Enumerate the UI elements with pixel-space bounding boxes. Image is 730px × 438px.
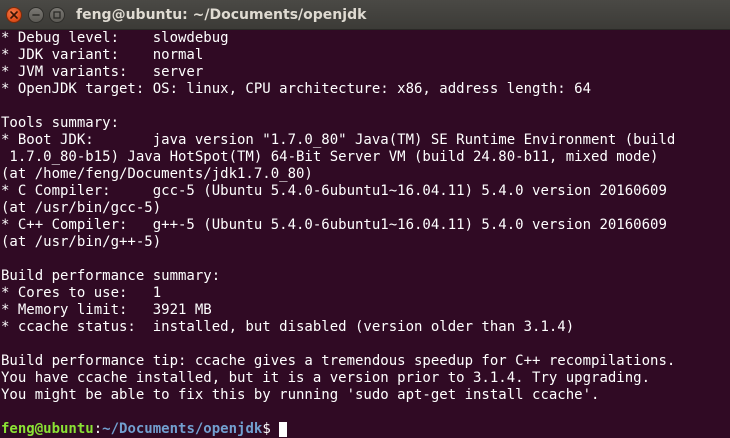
output-line: * ccache status: installed, but disabled…	[1, 319, 575, 335]
terminal-window: feng@ubuntu: ~/Documents/openjdk * Debug…	[0, 0, 730, 438]
prompt-symbol: $	[262, 421, 271, 437]
output-line: * Memory limit: 3921 MB	[1, 302, 212, 318]
window-title: feng@ubuntu: ~/Documents/openjdk	[76, 7, 367, 23]
output-line: You have ccache installed, but it is a v…	[1, 370, 651, 386]
output-line: * Cores to use: 1	[1, 285, 162, 301]
output-line: * JDK variant: normal	[1, 47, 204, 63]
output-line: * C++ Compiler: g++-5 (Ubuntu 5.4.0-6ubu…	[1, 217, 667, 233]
output-line: Build performance tip: ccache gives a tr…	[1, 353, 676, 369]
maximize-button[interactable]	[49, 7, 65, 23]
shell-prompt[interactable]: feng@ubuntu : ~/Documents/openjdk $	[1, 421, 730, 438]
text-cursor	[278, 422, 287, 437]
close-button[interactable]	[6, 7, 22, 23]
output-line: You might be able to fix this by running…	[1, 387, 600, 403]
output-line: Build performance summary:	[1, 268, 221, 284]
minimize-icon	[32, 14, 40, 16]
prompt-path: ~/Documents/openjdk	[102, 421, 263, 437]
output-line: (at /usr/bin/gcc-5)	[1, 200, 162, 216]
output-line: * Boot JDK: java version "1.7.0_80" Java…	[1, 132, 676, 148]
close-icon	[10, 11, 18, 19]
terminal-output[interactable]: * Debug level: slowdebug * JDK variant: n…	[0, 30, 730, 438]
minimize-button[interactable]	[28, 7, 44, 23]
maximize-icon	[53, 11, 61, 19]
output-line: * OpenJDK target: OS: linux, CPU archite…	[1, 81, 592, 97]
output-line: (at /home/feng/Documents/jdk1.7.0_80)	[1, 166, 313, 182]
title-bar[interactable]: feng@ubuntu: ~/Documents/openjdk	[0, 0, 730, 30]
output-line: * Debug level: slowdebug	[1, 30, 229, 46]
output-line: * JVM variants: server	[1, 64, 204, 80]
prompt-colon: :	[93, 421, 103, 437]
output-line: * C Compiler: gcc-5 (Ubuntu 5.4.0-6ubunt…	[1, 183, 667, 199]
output-line: 1.7.0_80-b15) Java HotSpot(TM) 64-Bit Se…	[1, 149, 659, 165]
output-line: Tools summary:	[1, 115, 120, 131]
output-line: (at /usr/bin/g++-5)	[1, 234, 162, 250]
prompt-user-host: feng@ubuntu	[1, 421, 94, 437]
